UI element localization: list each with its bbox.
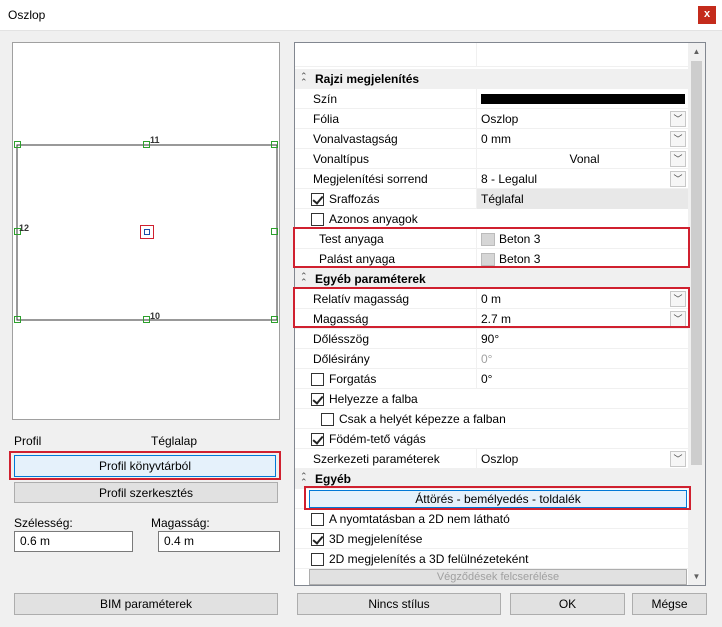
- corner-handle[interactable]: [271, 141, 278, 148]
- prop-structural-params[interactable]: Szerkezeti paraméterek Oszlop ﹀: [295, 449, 688, 469]
- prop-rotation[interactable]: Forgatás 0°: [295, 369, 688, 389]
- profile-library-button[interactable]: Profil könyvtárból: [14, 455, 276, 477]
- bim-parameters-button[interactable]: BIM paraméterek: [14, 593, 278, 615]
- section-other-params[interactable]: ⌃ ⌃ Egyéb paraméterek: [295, 269, 688, 289]
- chevron-down-icon[interactable]: ﹀: [670, 131, 686, 147]
- chevron-down-icon[interactable]: ﹀: [670, 451, 686, 467]
- prop-hatch[interactable]: Sraffozás Téglafal: [295, 189, 688, 209]
- scroll-thumb[interactable]: [691, 61, 702, 465]
- window-title: Oszlop: [8, 8, 46, 22]
- grid-scrollbar[interactable]: ▲ ▼: [688, 43, 705, 585]
- style-button[interactable]: Nincs stílus: [297, 593, 501, 615]
- prop-linetype[interactable]: Vonaltípus Vonal ﹀: [295, 149, 688, 169]
- insertion-point-icon[interactable]: [140, 225, 154, 239]
- edge-label-left: 12: [19, 223, 30, 233]
- section-drawing[interactable]: ⌃ ⌃ Rajzi megjelenítés: [295, 69, 688, 89]
- corner-handle[interactable]: [14, 316, 21, 323]
- prop-tilt-direction: Dőlésirány 0°: [295, 349, 688, 369]
- scroll-down-icon[interactable]: ▼: [688, 568, 705, 585]
- edge-handle-bottom[interactable]: [143, 316, 150, 323]
- prop-not-visible-2d[interactable]: A nyomtatásban a 2D nem látható: [295, 509, 688, 529]
- prop-display-order[interactable]: Megjelenítési sorrend 8 - Legalul ﹀: [295, 169, 688, 189]
- material-swatch: [481, 253, 495, 266]
- corner-handle[interactable]: [271, 316, 278, 323]
- cancel-button[interactable]: Mégse: [632, 593, 707, 615]
- prop-shell-material[interactable]: Palást anyaga Beton 3: [295, 249, 688, 269]
- swap-endings-button: Végződések felcserélése: [309, 569, 687, 585]
- profile-label: Profil: [14, 434, 42, 448]
- prop-same-materials[interactable]: Azonos anyagok: [295, 209, 688, 229]
- height-label: Magasság:: [151, 516, 210, 530]
- edge-label-top: 11: [150, 135, 160, 145]
- prop-layer[interactable]: Fólia Oszlop ﹀: [295, 109, 688, 129]
- prop-height[interactable]: Magasság 2.7 m ﹀: [295, 309, 688, 329]
- prop-color[interactable]: Szín: [295, 89, 688, 109]
- property-grid: ⌃ ⌃ Rajzi megjelenítés Szín Fólia Oszlop ﹀…: [294, 42, 706, 586]
- material-swatch: [481, 233, 495, 246]
- profile-preview: 11 12 10: [12, 42, 280, 420]
- edge-handle-right[interactable]: [271, 228, 278, 235]
- width-field[interactable]: 0.6 m: [14, 531, 133, 552]
- scroll-up-icon[interactable]: ▲: [688, 43, 705, 60]
- section-other[interactable]: ⌃ ⌃ Egyéb: [295, 469, 688, 489]
- prop-2d-as-3d-top[interactable]: 2D megjelenítés a 3D felülnézeteként: [295, 549, 688, 569]
- height-field[interactable]: 0.4 m: [158, 531, 280, 552]
- chevron-down-icon[interactable]: ﹀: [670, 311, 686, 327]
- prop-show-3d[interactable]: 3D megjelenítése: [295, 529, 688, 549]
- edge-handle-top[interactable]: [143, 141, 150, 148]
- prop-openings-row: Áttörés - bemélyedés - toldalék: [295, 489, 688, 509]
- prop-body-material[interactable]: Test anyaga Beton 3: [295, 229, 688, 249]
- title-bar: Oszlop x: [0, 0, 722, 31]
- prop-linewidth[interactable]: Vonalvastagság 0 mm ﹀: [295, 129, 688, 149]
- prop-hole-only[interactable]: Csak a helyét képezze a falban: [295, 409, 688, 429]
- chevron-down-icon[interactable]: ﹀: [670, 171, 686, 187]
- close-button[interactable]: x: [698, 6, 716, 24]
- prop-relative-height[interactable]: Relatív magasság 0 m ﹀: [295, 289, 688, 309]
- ok-button[interactable]: OK: [510, 593, 625, 615]
- openings-button[interactable]: Áttörés - bemélyedés - toldalék: [309, 490, 687, 508]
- color-swatch[interactable]: [481, 94, 685, 104]
- prop-slab-cut[interactable]: Födém-tető vágás: [295, 429, 688, 449]
- edge-label-bottom: 10: [150, 311, 161, 321]
- prop-tilt-angle[interactable]: Dőlésszög 90°: [295, 329, 688, 349]
- prop-swap-endings-row: Végződések felcserélése: [295, 569, 688, 585]
- prop-place-in-wall[interactable]: Helyezze a falba: [295, 389, 688, 409]
- grid-header-row: [295, 43, 688, 67]
- chevron-down-icon[interactable]: ﹀: [670, 111, 686, 127]
- chevron-down-icon[interactable]: ﹀: [670, 151, 686, 167]
- corner-handle[interactable]: [14, 141, 21, 148]
- chevron-down-icon[interactable]: ﹀: [670, 291, 686, 307]
- profile-edit-button[interactable]: Profil szerkesztés: [14, 482, 278, 503]
- profile-type-value: Téglalap: [151, 434, 198, 448]
- width-label: Szélesség:: [14, 516, 73, 530]
